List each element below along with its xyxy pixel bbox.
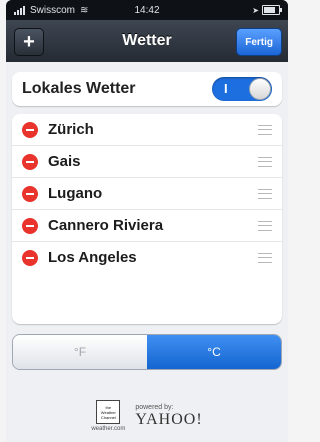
reorder-handle-icon[interactable]: [258, 252, 272, 263]
status-bar: Swisscom ≋ 14:42 ➤: [6, 0, 288, 20]
phone-screen: Swisscom ≋ 14:42 ➤ + Wetter Fertig Lokal…: [6, 0, 288, 442]
reorder-handle-icon[interactable]: [258, 156, 272, 167]
navigation-bar: + Wetter Fertig: [6, 20, 288, 63]
done-button[interactable]: Fertig: [236, 28, 282, 56]
list-item: Cannero Riviera: [12, 210, 282, 242]
wifi-icon: ≋: [80, 4, 89, 16]
weather-channel-icon: the Weather Channel: [96, 400, 121, 424]
settings-content: Lokales Wetter I Zürich Gais Lugano Cann…: [6, 62, 288, 442]
signal-icon: [14, 5, 25, 15]
delete-icon[interactable]: [22, 217, 38, 234]
yahoo-logo: YAHOO!: [135, 410, 203, 428]
delete-icon[interactable]: [22, 249, 38, 266]
city-name: Cannero Riviera: [48, 217, 164, 234]
delete-icon[interactable]: [22, 121, 38, 138]
local-weather-row: Lokales Wetter I: [12, 72, 282, 106]
reorder-handle-icon[interactable]: [258, 124, 272, 135]
status-right: ➤: [252, 5, 282, 15]
weather-channel-domain: weather.com: [91, 426, 126, 432]
list-item: Zürich: [12, 114, 282, 146]
local-weather-label: Lokales Wetter: [22, 80, 136, 97]
yahoo-credit[interactable]: powered by: YAHOO!: [135, 404, 202, 429]
city-name: Zürich: [48, 121, 94, 138]
list-item: Lugano: [12, 178, 282, 210]
powered-by-label: powered by:: [135, 403, 174, 411]
weather-channel-logo[interactable]: the Weather Channel weather.com: [91, 400, 125, 432]
city-name: Gais: [48, 153, 81, 170]
reorder-handle-icon[interactable]: [258, 188, 272, 199]
add-city-button[interactable]: +: [14, 28, 44, 56]
battery-icon: [262, 5, 282, 15]
page-title: Wetter: [122, 32, 172, 49]
delete-icon[interactable]: [22, 153, 38, 170]
carrier-label: Swisscom: [30, 4, 76, 16]
reorder-handle-icon[interactable]: [258, 220, 272, 231]
city-list: Zürich Gais Lugano Cannero Riviera Los A: [12, 114, 282, 324]
city-name: Lugano: [48, 185, 103, 202]
location-icon: ➤: [252, 5, 259, 15]
list-item: Los Angeles: [12, 242, 282, 273]
toggle-knob: [249, 78, 271, 100]
celsius-option[interactable]: °C: [147, 335, 281, 369]
unit-selector: °F °C: [12, 334, 282, 370]
local-weather-toggle[interactable]: I: [212, 77, 272, 101]
fahrenheit-option[interactable]: °F: [13, 335, 147, 369]
credits-footer: the Weather Channel weather.com powered …: [6, 400, 288, 432]
toggle-on-label: I: [224, 81, 228, 96]
delete-icon[interactable]: [22, 185, 38, 202]
status-left: Swisscom ≋: [14, 5, 88, 16]
city-name: Los Angeles: [48, 249, 137, 266]
list-item: Gais: [12, 146, 282, 178]
